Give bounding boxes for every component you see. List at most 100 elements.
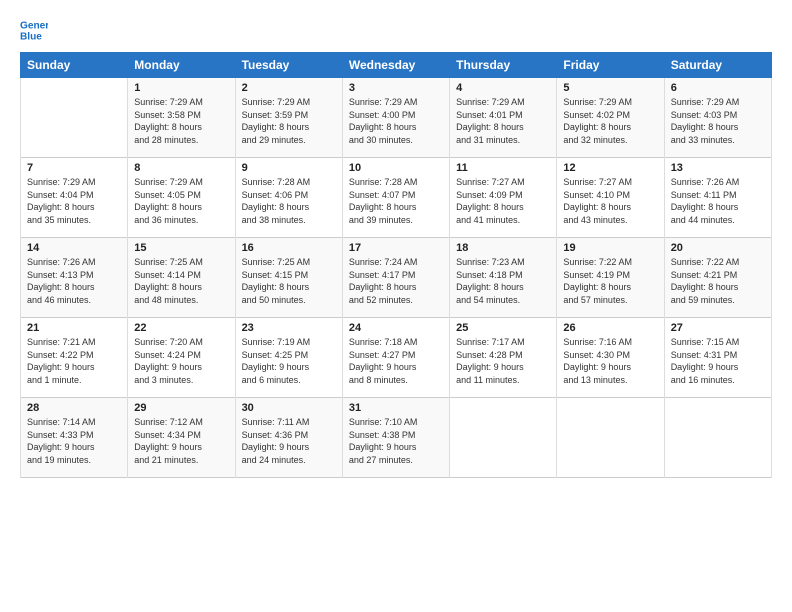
svg-text:General: General — [20, 20, 48, 31]
day-content: Sunrise: 7:28 AM Sunset: 4:06 PM Dayligh… — [242, 176, 336, 226]
day-content: Sunrise: 7:22 AM Sunset: 4:19 PM Dayligh… — [563, 256, 657, 306]
day-content: Sunrise: 7:10 AM Sunset: 4:38 PM Dayligh… — [349, 416, 443, 466]
header: General Blue — [20, 16, 772, 44]
day-number: 29 — [134, 402, 228, 414]
day-content: Sunrise: 7:27 AM Sunset: 4:10 PM Dayligh… — [563, 176, 657, 226]
day-cell: 4 Sunrise: 7:29 AM Sunset: 4:01 PM Daylig… — [450, 78, 557, 158]
day-cell: 19 Sunrise: 7:22 AM Sunset: 4:19 PM Dayli… — [557, 238, 664, 318]
day-content: Sunrise: 7:29 AM Sunset: 4:01 PM Dayligh… — [456, 96, 550, 146]
day-number: 13 — [671, 162, 765, 174]
day-cell — [557, 398, 664, 478]
day-content: Sunrise: 7:29 AM Sunset: 3:59 PM Dayligh… — [242, 96, 336, 146]
day-number: 4 — [456, 82, 550, 94]
day-content: Sunrise: 7:16 AM Sunset: 4:30 PM Dayligh… — [563, 336, 657, 386]
day-content: Sunrise: 7:29 AM Sunset: 4:03 PM Dayligh… — [671, 96, 765, 146]
day-number: 20 — [671, 242, 765, 254]
col-header-tuesday: Tuesday — [235, 53, 342, 78]
day-content: Sunrise: 7:15 AM Sunset: 4:31 PM Dayligh… — [671, 336, 765, 386]
day-content: Sunrise: 7:29 AM Sunset: 3:58 PM Dayligh… — [134, 96, 228, 146]
day-content: Sunrise: 7:12 AM Sunset: 4:34 PM Dayligh… — [134, 416, 228, 466]
header-row: SundayMondayTuesdayWednesdayThursdayFrid… — [21, 53, 772, 78]
day-number: 22 — [134, 322, 228, 334]
day-cell: 11 Sunrise: 7:27 AM Sunset: 4:09 PM Dayli… — [450, 158, 557, 238]
col-header-saturday: Saturday — [664, 53, 771, 78]
day-number: 18 — [456, 242, 550, 254]
day-number: 28 — [27, 402, 121, 414]
day-cell: 1 Sunrise: 7:29 AM Sunset: 3:58 PM Daylig… — [128, 78, 235, 158]
logo-icon: General Blue — [20, 16, 48, 44]
day-content: Sunrise: 7:19 AM Sunset: 4:25 PM Dayligh… — [242, 336, 336, 386]
day-number: 27 — [671, 322, 765, 334]
day-content: Sunrise: 7:26 AM Sunset: 4:11 PM Dayligh… — [671, 176, 765, 226]
day-cell — [450, 398, 557, 478]
day-number: 9 — [242, 162, 336, 174]
week-row-2: 7 Sunrise: 7:29 AM Sunset: 4:04 PM Daylig… — [21, 158, 772, 238]
day-cell: 9 Sunrise: 7:28 AM Sunset: 4:06 PM Daylig… — [235, 158, 342, 238]
day-number: 19 — [563, 242, 657, 254]
day-cell: 17Sunrise: 7:24 AM Sunset: 4:17 PM Dayli… — [342, 238, 449, 318]
day-content: Sunrise: 7:25 AM Sunset: 4:15 PM Dayligh… — [242, 256, 336, 306]
day-content: Sunrise: 7:29 AM Sunset: 4:00 PM Dayligh… — [349, 96, 443, 146]
day-cell: 30 Sunrise: 7:11 AM Sunset: 4:36 PM Dayli… — [235, 398, 342, 478]
day-cell: 21Sunrise: 7:21 AM Sunset: 4:22 PM Dayli… — [21, 318, 128, 398]
day-number: 7 — [27, 162, 121, 174]
day-content: Sunrise: 7:11 AM Sunset: 4:36 PM Dayligh… — [242, 416, 336, 466]
day-content: Sunrise: 7:25 AM Sunset: 4:14 PM Dayligh… — [134, 256, 228, 306]
day-cell: 12 Sunrise: 7:27 AM Sunset: 4:10 PM Dayli… — [557, 158, 664, 238]
day-number: 12 — [563, 162, 657, 174]
col-header-thursday: Thursday — [450, 53, 557, 78]
day-cell: 13 Sunrise: 7:26 AM Sunset: 4:11 PM Dayli… — [664, 158, 771, 238]
day-cell: 16Sunrise: 7:25 AM Sunset: 4:15 PM Dayli… — [235, 238, 342, 318]
day-content: Sunrise: 7:17 AM Sunset: 4:28 PM Dayligh… — [456, 336, 550, 386]
day-cell — [664, 398, 771, 478]
day-cell: 10Sunrise: 7:28 AM Sunset: 4:07 PM Dayli… — [342, 158, 449, 238]
day-cell: 31 Sunrise: 7:10 AM Sunset: 4:38 PM Dayli… — [342, 398, 449, 478]
week-row-3: 14Sunrise: 7:26 AM Sunset: 4:13 PM Dayli… — [21, 238, 772, 318]
day-number: 31 — [349, 402, 443, 414]
day-cell: 25 Sunrise: 7:17 AM Sunset: 4:28 PM Dayli… — [450, 318, 557, 398]
day-content: Sunrise: 7:24 AM Sunset: 4:17 PM Dayligh… — [349, 256, 443, 306]
day-cell: 7 Sunrise: 7:29 AM Sunset: 4:04 PM Daylig… — [21, 158, 128, 238]
week-row-1: 1 Sunrise: 7:29 AM Sunset: 3:58 PM Daylig… — [21, 78, 772, 158]
day-number: 2 — [242, 82, 336, 94]
day-number: 15 — [134, 242, 228, 254]
week-row-5: 28Sunrise: 7:14 AM Sunset: 4:33 PM Dayli… — [21, 398, 772, 478]
day-number: 8 — [134, 162, 228, 174]
day-cell: 8 Sunrise: 7:29 AM Sunset: 4:05 PM Daylig… — [128, 158, 235, 238]
day-content: Sunrise: 7:20 AM Sunset: 4:24 PM Dayligh… — [134, 336, 228, 386]
day-number: 23 — [242, 322, 336, 334]
day-cell: 20 Sunrise: 7:22 AM Sunset: 4:21 PM Dayli… — [664, 238, 771, 318]
day-number: 26 — [563, 322, 657, 334]
day-cell — [21, 78, 128, 158]
day-content: Sunrise: 7:23 AM Sunset: 4:18 PM Dayligh… — [456, 256, 550, 306]
col-header-wednesday: Wednesday — [342, 53, 449, 78]
day-cell: 14Sunrise: 7:26 AM Sunset: 4:13 PM Dayli… — [21, 238, 128, 318]
day-cell: 3 Sunrise: 7:29 AM Sunset: 4:00 PM Daylig… — [342, 78, 449, 158]
day-content: Sunrise: 7:26 AM Sunset: 4:13 PM Dayligh… — [27, 256, 121, 306]
day-cell: 27 Sunrise: 7:15 AM Sunset: 4:31 PM Dayli… — [664, 318, 771, 398]
day-number: 10 — [349, 162, 443, 174]
day-number: 1 — [134, 82, 228, 94]
day-content: Sunrise: 7:27 AM Sunset: 4:09 PM Dayligh… — [456, 176, 550, 226]
svg-text:Blue: Blue — [20, 31, 42, 42]
week-row-4: 21Sunrise: 7:21 AM Sunset: 4:22 PM Dayli… — [21, 318, 772, 398]
col-header-sunday: Sunday — [21, 53, 128, 78]
day-cell: 6 Sunrise: 7:29 AM Sunset: 4:03 PM Daylig… — [664, 78, 771, 158]
day-number: 25 — [456, 322, 550, 334]
day-cell: 2 Sunrise: 7:29 AM Sunset: 3:59 PM Daylig… — [235, 78, 342, 158]
day-number: 30 — [242, 402, 336, 414]
day-cell: 24Sunrise: 7:18 AM Sunset: 4:27 PM Dayli… — [342, 318, 449, 398]
logo: General Blue — [20, 16, 52, 44]
day-content: Sunrise: 7:22 AM Sunset: 4:21 PM Dayligh… — [671, 256, 765, 306]
day-number: 3 — [349, 82, 443, 94]
day-number: 11 — [456, 162, 550, 174]
day-number: 6 — [671, 82, 765, 94]
day-content: Sunrise: 7:29 AM Sunset: 4:02 PM Dayligh… — [563, 96, 657, 146]
day-cell: 22 Sunrise: 7:20 AM Sunset: 4:24 PM Dayli… — [128, 318, 235, 398]
day-cell: 18 Sunrise: 7:23 AM Sunset: 4:18 PM Dayli… — [450, 238, 557, 318]
day-cell: 26 Sunrise: 7:16 AM Sunset: 4:30 PM Dayli… — [557, 318, 664, 398]
day-content: Sunrise: 7:18 AM Sunset: 4:27 PM Dayligh… — [349, 336, 443, 386]
day-content: Sunrise: 7:29 AM Sunset: 4:04 PM Dayligh… — [27, 176, 121, 226]
day-cell: 28Sunrise: 7:14 AM Sunset: 4:33 PM Dayli… — [21, 398, 128, 478]
day-content: Sunrise: 7:29 AM Sunset: 4:05 PM Dayligh… — [134, 176, 228, 226]
